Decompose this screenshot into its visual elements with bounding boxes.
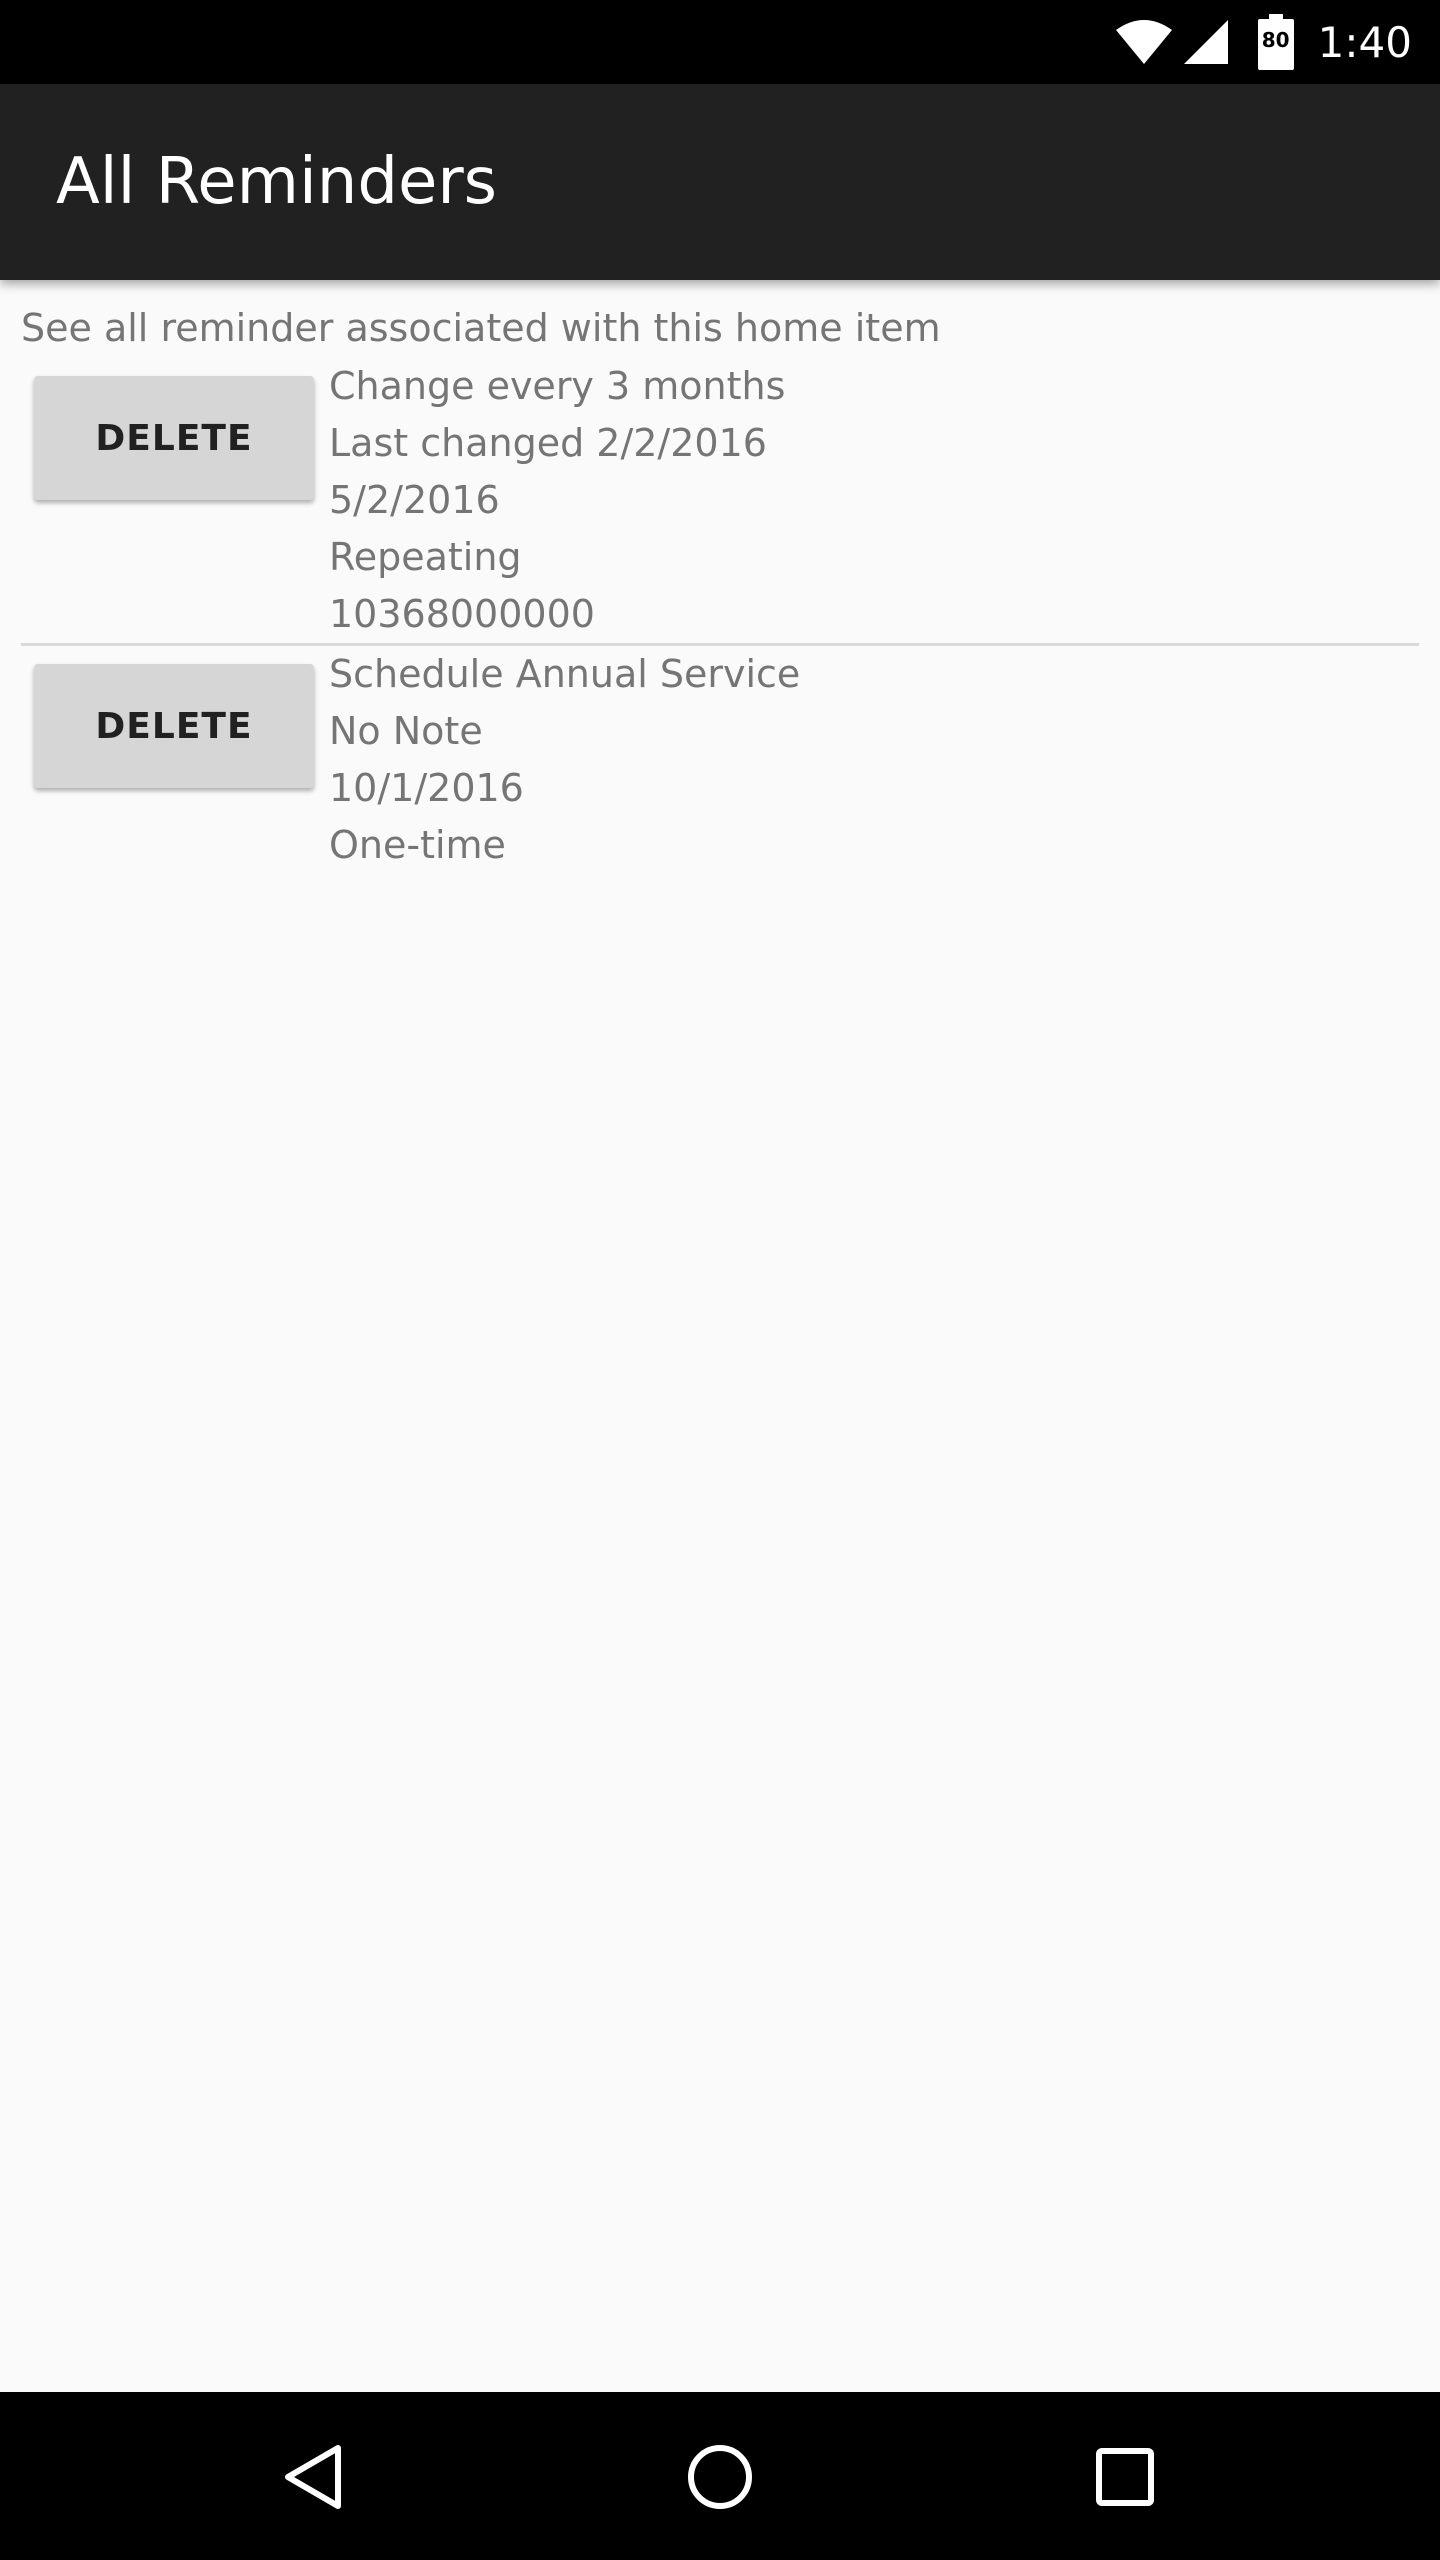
reminder-title: Change every 3 months	[329, 364, 786, 408]
status-icons: 80 1:40	[1114, 0, 1412, 84]
battery-icon: 80	[1257, 14, 1294, 70]
page-subtitle: See all reminder associated with this ho…	[21, 306, 941, 350]
reminder-note: Last changed 2/2/2016	[329, 421, 767, 465]
reminder-date: 10/1/2016	[329, 766, 524, 810]
home-icon[interactable]	[675, 2432, 765, 2522]
page-title: All Reminders	[56, 145, 497, 219]
reminder-details: Change every 3 months Last changed 2/2/2…	[329, 358, 785, 643]
delete-button[interactable]: DELETE	[34, 664, 314, 788]
reminder-item: DELETE Schedule Annual Service No Note 1…	[21, 646, 1419, 867]
reminder-details: Schedule Annual Service No Note 10/1/201…	[329, 646, 800, 874]
reminder-item: DELETE Change every 3 months Last change…	[21, 358, 1419, 638]
reminder-interval: 10368000000	[329, 592, 595, 636]
back-icon[interactable]	[270, 2432, 360, 2522]
reminder-note: No Note	[329, 709, 483, 753]
recents-icon[interactable]	[1080, 2432, 1170, 2522]
cell-signal-icon	[1182, 18, 1230, 66]
delete-button[interactable]: DELETE	[34, 376, 314, 500]
reminder-frequency: One-time	[329, 823, 506, 867]
app-bar: All Reminders	[0, 84, 1440, 280]
reminder-date: 5/2/2016	[329, 478, 500, 522]
reminder-frequency: Repeating	[329, 535, 522, 579]
screen: 80 1:40 All Reminders See all reminder a…	[0, 0, 1440, 2560]
reminder-title: Schedule Annual Service	[329, 652, 801, 696]
navigation-bar	[0, 2392, 1440, 2560]
wifi-icon	[1114, 18, 1174, 66]
battery-level: 80	[1261, 28, 1290, 52]
status-bar: 80 1:40	[0, 0, 1440, 84]
status-clock: 1:40	[1317, 17, 1412, 67]
